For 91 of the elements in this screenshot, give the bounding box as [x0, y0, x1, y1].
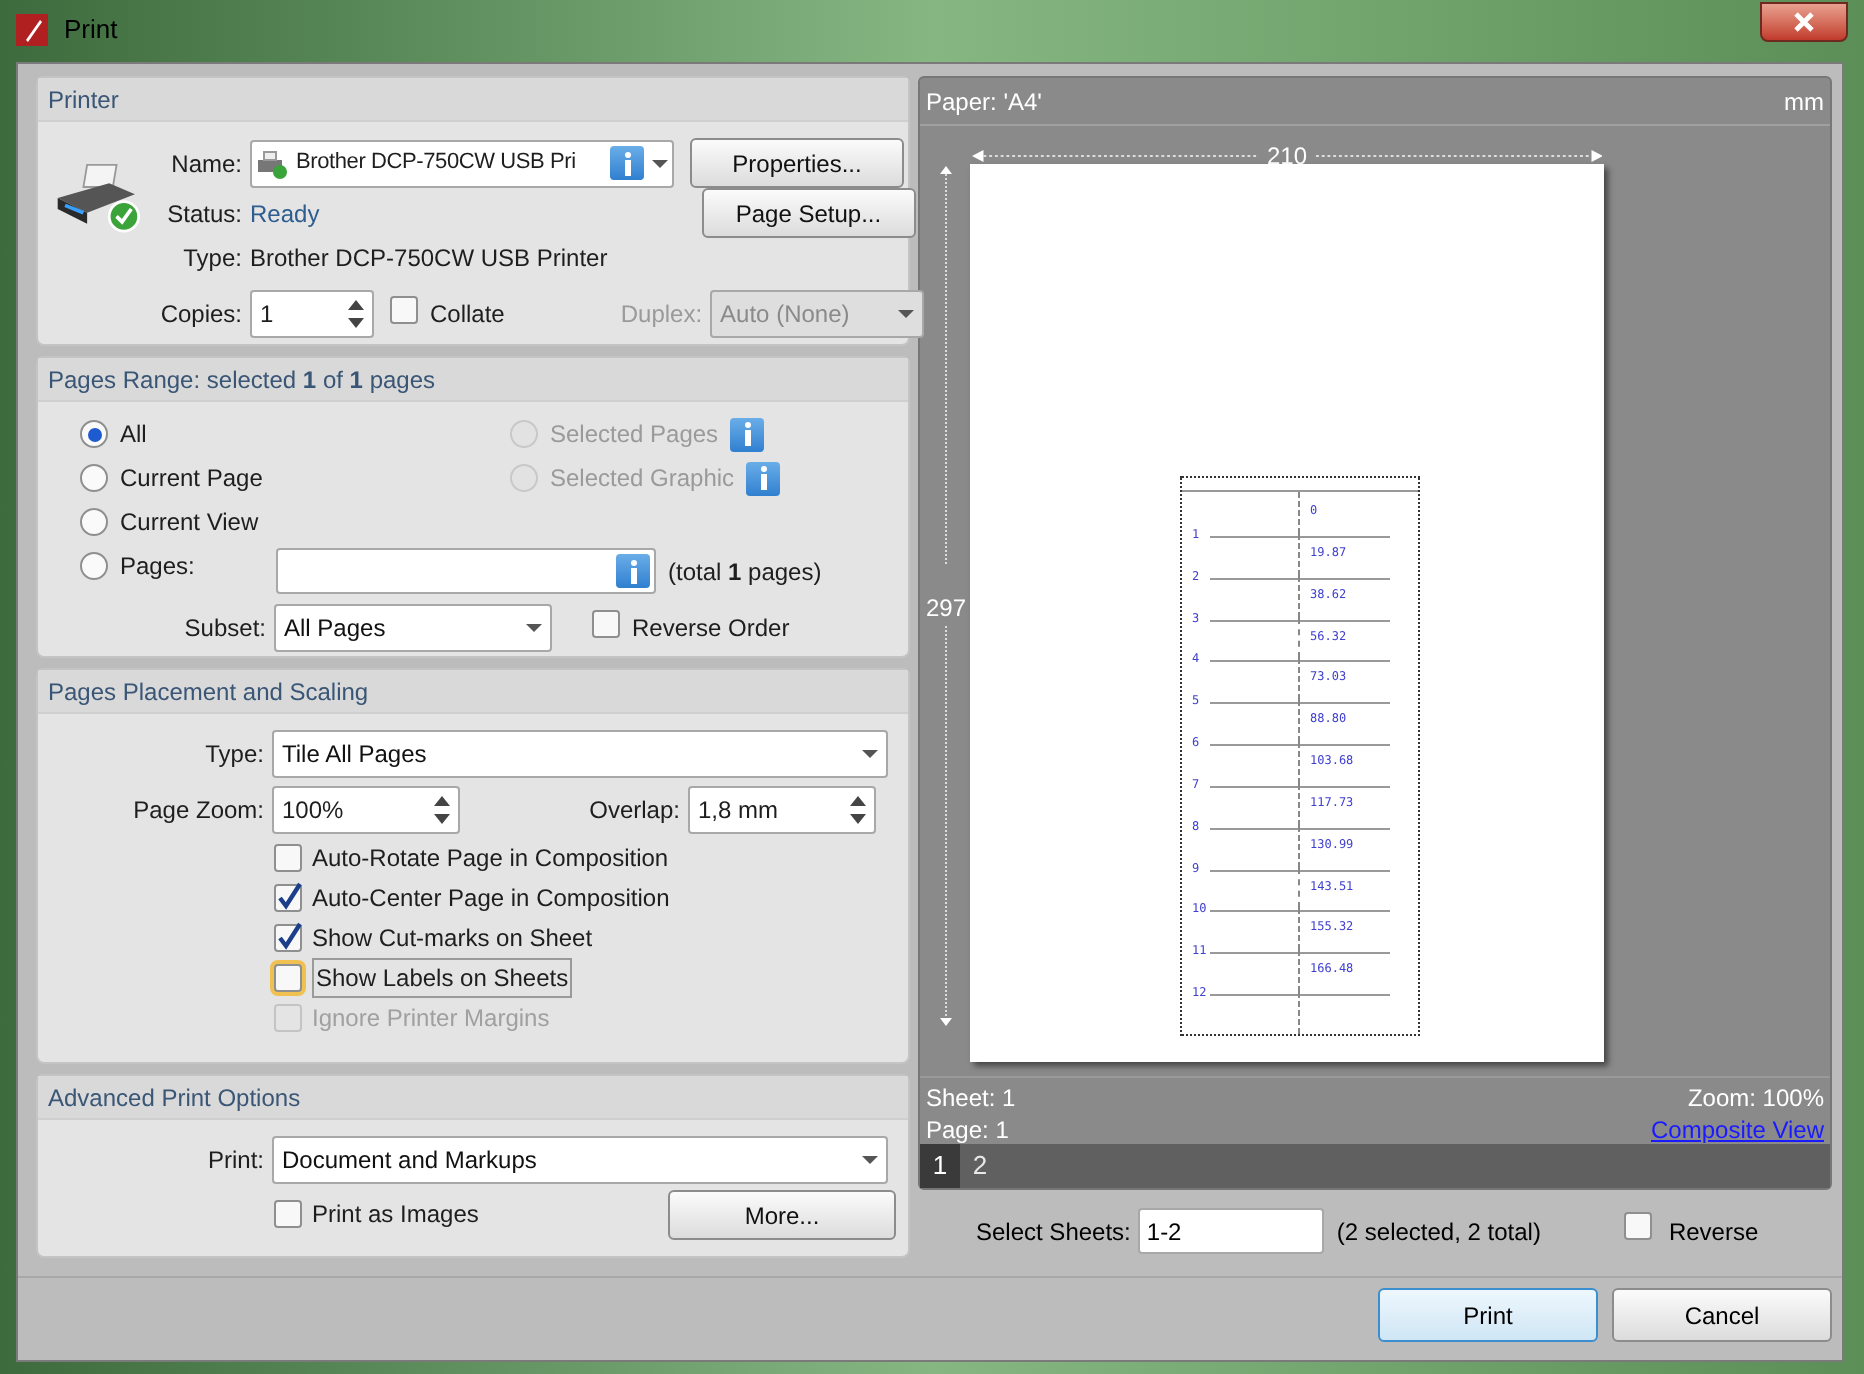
caret-icon — [652, 159, 668, 167]
overlap-field[interactable]: 1,8 mm — [688, 786, 876, 834]
caret-icon — [862, 1156, 878, 1164]
section-header: Advanced Print Options — [38, 1076, 908, 1120]
info-icon[interactable] — [616, 554, 650, 588]
app-logo-icon — [16, 14, 48, 46]
caret-icon — [898, 310, 915, 318]
sheet-label: Sheet: 1 — [926, 1082, 1016, 1114]
checkbox-label: Collate — [430, 298, 505, 332]
spinner-arrows-icon — [434, 796, 450, 824]
copies-field[interactable]: 1 — [250, 290, 374, 338]
spinner-arrows-icon — [850, 796, 866, 824]
field-label: Select Sheets: — [976, 1215, 1131, 1249]
section-header: Printer — [38, 78, 908, 122]
status-value: Ready — [250, 198, 320, 232]
printer-icon — [256, 147, 288, 179]
checkbox-label: Auto-Center Page in Composition — [312, 882, 670, 916]
checkbox[interactable] — [592, 609, 620, 637]
radio-label: Pages: — [120, 550, 195, 584]
section-header: Pages Range: selected 1 of 1 pages — [38, 358, 908, 402]
field-label: Duplex: — [620, 298, 703, 332]
section-header: Pages Placement and Scaling — [38, 670, 908, 714]
window-title: Print — [64, 12, 118, 49]
caret-icon — [862, 750, 878, 758]
push-button[interactable]: Properties... — [690, 138, 904, 188]
type-select[interactable]: Tile All Pages — [272, 730, 888, 778]
checkbox[interactable] — [1624, 1212, 1653, 1240]
radio-button[interactable] — [80, 420, 108, 448]
unit-label: mm — [1784, 85, 1824, 119]
field-label: Page Zoom: — [131, 794, 264, 828]
checkmark-icon — [276, 920, 304, 952]
radio-button[interactable] — [80, 464, 108, 492]
checkbox-label: Print as Images — [312, 1198, 479, 1232]
printer-icon — [54, 158, 146, 238]
checkmark-icon — [276, 880, 304, 912]
radio-label: All — [120, 418, 147, 452]
sheet-tab[interactable]: 1 — [920, 1144, 960, 1188]
push-button[interactable]: More... — [668, 1190, 896, 1240]
push-button[interactable]: Page Setup... — [701, 188, 916, 238]
radio-button[interactable] — [80, 552, 108, 580]
radio-label: Current Page — [120, 462, 263, 496]
select-sheets-field[interactable]: 1-2 — [1138, 1208, 1325, 1254]
radio-button[interactable] — [80, 508, 108, 536]
page-zoom-field[interactable]: 100% — [272, 786, 460, 834]
field-label: Name: — [169, 147, 242, 181]
sheet-tab[interactable]: 2 — [960, 1144, 1000, 1188]
field-label: Copies: — [158, 298, 242, 332]
paper-label: Paper: 'A4' — [926, 85, 1042, 119]
type-value: Brother DCP-750CW USB Printer — [250, 242, 608, 276]
height-label: 297 — [926, 592, 967, 626]
close-button[interactable] — [1760, 2, 1848, 42]
checkbox[interactable] — [390, 295, 418, 323]
spinner-arrows-icon — [348, 300, 364, 328]
dialog-button[interactable]: Cancel — [1612, 1288, 1832, 1342]
field-label: Overlap: — [587, 794, 680, 828]
checkbox-label: Reverse — [1668, 1215, 1759, 1249]
checkbox-label: Reverse Order — [632, 612, 790, 646]
field-label: Print: — [205, 1144, 264, 1178]
radio-label: Selected Graphic — [550, 462, 735, 496]
field-label: Status: — [165, 198, 242, 232]
checkbox[interactable] — [274, 844, 302, 872]
checkbox[interactable] — [274, 884, 302, 912]
print-select[interactable]: Document and Markups — [272, 1136, 888, 1184]
field-label: Type: — [181, 242, 242, 276]
checkbox[interactable] — [274, 1200, 302, 1228]
radio-label: Current View — [120, 506, 259, 540]
checkbox[interactable] — [274, 964, 302, 992]
checkbox-label: Auto-Rotate Page in Composition — [312, 842, 669, 876]
page-label: Page: 1 — [926, 1114, 1011, 1146]
zoom-label: Zoom: 100% — [1687, 1082, 1824, 1114]
field-label: Subset: — [182, 612, 266, 646]
width-label: 210 — [1266, 140, 1308, 174]
info-icon[interactable] — [746, 461, 781, 495]
field-label: Type: — [203, 738, 264, 772]
dimension-arrow-icon — [940, 626, 952, 1026]
radio-label: Selected Pages — [550, 418, 719, 452]
close-icon — [1794, 12, 1814, 32]
info-icon[interactable] — [730, 417, 765, 451]
checkbox-label: Show Cut-marks on Sheet — [312, 922, 593, 956]
printer-select[interactable]: Brother DCP-750CW USB Pri — [250, 139, 674, 187]
total-pages-text: (total 1 pages) — [668, 555, 822, 589]
dialog-button[interactable]: Print — [1378, 1288, 1598, 1342]
info-icon[interactable] — [610, 146, 644, 180]
selection-summary: (2 selected, 2 total) — [1336, 1215, 1541, 1249]
checkbox-label: Ignore Printer Margins — [312, 1002, 550, 1036]
checkbox[interactable] — [274, 924, 302, 952]
pages-field[interactable] — [276, 548, 656, 594]
caret-icon — [526, 624, 542, 632]
checkbox-label: Show Labels on Sheets — [312, 958, 573, 998]
subset-select[interactable]: All Pages — [274, 604, 552, 652]
dimension-arrow-icon — [940, 166, 952, 566]
